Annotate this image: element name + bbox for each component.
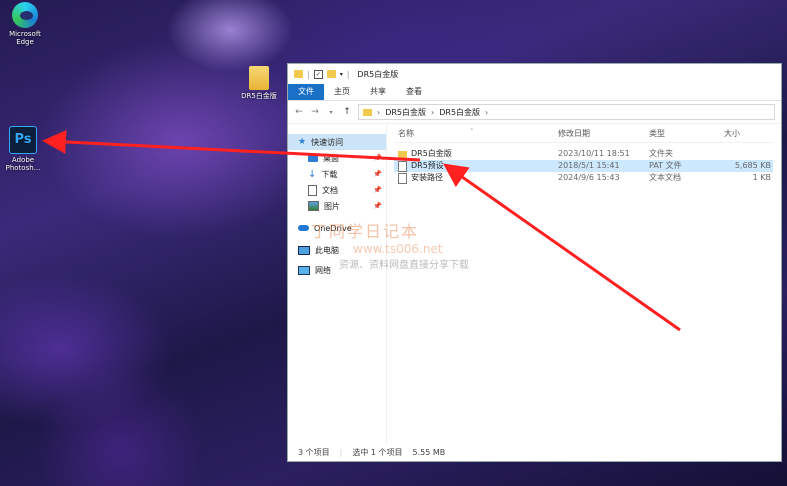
pictures-icon bbox=[308, 201, 319, 211]
desktop-icon-photoshop[interactable]: Ps Adobe Photosh... bbox=[0, 126, 46, 172]
chevron-right-icon: › bbox=[485, 107, 489, 117]
desktop-icon-label: DR5白金版 bbox=[241, 92, 277, 100]
photoshop-icon: Ps bbox=[9, 126, 37, 154]
nav-label: 图片 bbox=[324, 201, 340, 211]
nav-item-downloads[interactable]: ↓ 下载 📌 bbox=[288, 166, 386, 182]
chevron-right-icon: › bbox=[431, 107, 435, 117]
nav-label: 下载 bbox=[321, 169, 338, 179]
file-name: 安装路径 bbox=[411, 173, 443, 182]
desktop-icon-dr5-folder[interactable]: DR5白金版 bbox=[236, 66, 282, 100]
pin-icon: 📌 bbox=[373, 154, 382, 162]
tab-view[interactable]: 查看 bbox=[396, 84, 432, 100]
recent-chevron-icon[interactable]: ▾ bbox=[326, 109, 336, 116]
nav-label: 文档 bbox=[322, 185, 338, 195]
file-name: DR5预设 bbox=[411, 161, 444, 170]
tab-file[interactable]: 文件 bbox=[288, 84, 324, 100]
item-count: 3 个项目 bbox=[298, 447, 330, 457]
forward-arrow-icon[interactable]: → bbox=[310, 107, 320, 117]
title-bar: | ✓ ▾ | DR5白金版 bbox=[288, 64, 781, 84]
watermark-url: www.ts006.net bbox=[353, 242, 443, 256]
watermark: 丁同学日记本 www.ts006.net 资源、资料网盘直接分享下载 bbox=[311, 218, 469, 271]
pin-icon: 📌 bbox=[373, 202, 382, 210]
nav-label: 快速访问 bbox=[311, 137, 344, 147]
nav-item-documents[interactable]: 文档 📌 bbox=[288, 182, 386, 198]
breadcrumb-item[interactable]: DR5白金版 bbox=[385, 107, 426, 118]
edge-icon bbox=[12, 2, 38, 28]
pin-icon: 📌 bbox=[373, 170, 382, 178]
nav-item-pictures[interactable]: 图片 📌 bbox=[288, 198, 386, 214]
window-title: DR5白金版 bbox=[357, 69, 399, 79]
file-date: 2018/5/1 15:41 bbox=[558, 161, 620, 170]
new-folder-icon[interactable] bbox=[326, 70, 336, 78]
file-size: 5,685 KB bbox=[734, 161, 771, 170]
column-type[interactable]: 类型 bbox=[649, 128, 665, 139]
tab-share[interactable]: 共享 bbox=[360, 84, 396, 100]
desktop-icon bbox=[308, 154, 318, 162]
file-type: 文件夹 bbox=[649, 149, 673, 158]
file-name: DR5白金版 bbox=[411, 149, 452, 158]
document-icon bbox=[308, 184, 317, 196]
file-row[interactable]: 安装路径 2024/9/6 15:43 文本文档 1 KB bbox=[394, 172, 773, 184]
selected-count: 选中 1 个项目 bbox=[352, 447, 403, 457]
download-icon: ↓ bbox=[308, 168, 317, 180]
watermark-title: 丁同学日记本 bbox=[311, 222, 420, 241]
folder-icon bbox=[398, 150, 407, 158]
column-name[interactable]: 名称 bbox=[398, 128, 414, 139]
column-headers: ˄ 名称 修改日期 类型 大小 bbox=[394, 124, 773, 143]
checkbox-icon[interactable]: ✓ bbox=[313, 69, 323, 79]
pin-icon: 📌 bbox=[373, 186, 382, 194]
navigation-pane: ★ 快速访问 桌面 📌 ↓ 下载 📌 文档 📌 图片 📌 OneDrive 此电… bbox=[288, 124, 387, 443]
file-type: PAT 文件 bbox=[649, 161, 682, 170]
star-icon: ★ bbox=[298, 137, 307, 147]
file-list: ˄ 名称 修改日期 类型 大小 DR5白金版 2023/10/11 18:51 … bbox=[394, 124, 773, 443]
back-arrow-icon[interactable]: ← bbox=[294, 107, 304, 117]
desktop-icon-label: Adobe bbox=[11, 156, 35, 164]
cloud-icon bbox=[298, 225, 309, 231]
watermark-subtitle: 资源、资料网盘直接分享下载 bbox=[339, 260, 469, 271]
file-icon bbox=[398, 160, 407, 172]
selected-size: 5.55 MB bbox=[412, 447, 446, 457]
computer-icon bbox=[298, 245, 310, 255]
folder-icon bbox=[249, 66, 269, 90]
ribbon-tabs: 文件 主页 共享 查看 bbox=[288, 84, 781, 101]
column-size[interactable]: 大小 bbox=[724, 128, 740, 139]
folder-icon bbox=[294, 70, 303, 78]
desktop-icon-edge[interactable]: Microsoft Edge bbox=[2, 2, 48, 46]
chevron-down-icon[interactable]: ▾ bbox=[340, 71, 343, 78]
address-toolbar: ← → ▾ ↑ › DR5白金版 › DR5白金版 › bbox=[288, 101, 781, 124]
column-date[interactable]: 修改日期 bbox=[558, 128, 590, 139]
address-bar[interactable]: › DR5白金版 › DR5白金版 › bbox=[358, 104, 775, 120]
breadcrumb-item[interactable]: DR5白金版 bbox=[439, 107, 480, 118]
file-row-selected[interactable]: DR5预设 2018/5/1 15:41 PAT 文件 5,685 KB bbox=[394, 160, 773, 172]
desktop-icon-label: Microsoft bbox=[9, 30, 41, 38]
sort-caret-icon: ˄ bbox=[470, 128, 474, 136]
desktop-icon-label: Photosh... bbox=[5, 164, 41, 172]
file-row[interactable]: DR5白金版 2023/10/11 18:51 文件夹 bbox=[394, 148, 773, 160]
file-type: 文本文档 bbox=[649, 173, 681, 182]
chevron-right-icon: › bbox=[377, 107, 381, 117]
file-date: 2023/10/11 18:51 bbox=[558, 149, 630, 158]
status-bar: 3 个项目 | 选中 1 个项目 5.55 MB bbox=[298, 447, 446, 457]
tab-home[interactable]: 主页 bbox=[324, 84, 360, 100]
desktop-icon-label: Edge bbox=[16, 38, 34, 46]
file-size: 1 KB bbox=[752, 173, 771, 182]
network-icon bbox=[298, 265, 310, 275]
nav-item-quick-access[interactable]: ★ 快速访问 bbox=[288, 134, 386, 150]
nav-item-desktop[interactable]: 桌面 📌 bbox=[288, 150, 386, 166]
text-file-icon bbox=[398, 172, 407, 184]
file-date: 2024/9/6 15:43 bbox=[558, 173, 620, 182]
nav-label: 桌面 bbox=[323, 153, 339, 163]
up-arrow-icon[interactable]: ↑ bbox=[342, 107, 352, 117]
folder-icon bbox=[363, 108, 372, 116]
